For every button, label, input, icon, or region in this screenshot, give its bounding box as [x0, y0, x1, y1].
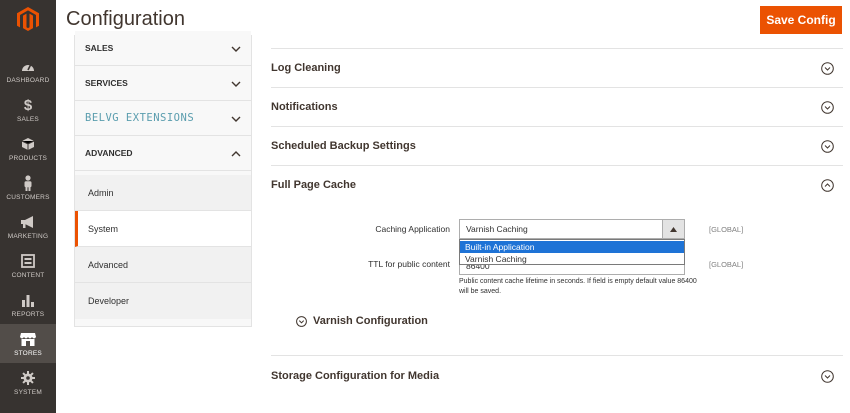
circle-chevron-down-icon — [821, 101, 834, 114]
section-notifications[interactable]: Notifications — [271, 88, 843, 127]
store-icon — [20, 331, 36, 347]
select-value: Varnish Caching — [466, 224, 528, 234]
section-title: Storage Configuration for Media — [271, 370, 440, 382]
chevron-up-icon — [231, 144, 241, 162]
dollar-icon: $ — [20, 97, 36, 113]
person-icon — [20, 174, 36, 191]
nav-label: CUSTOMERS — [6, 193, 50, 201]
varnish-configuration-title: Varnish Configuration — [313, 315, 428, 327]
ttl-hint: Public content cache lifetime in seconds… — [459, 278, 697, 295]
config-tabs: SALES SERVICES BELVG EXTENSIONS ADVANCED… — [74, 31, 252, 327]
magento-logo[interactable] — [0, 0, 56, 38]
tab-group-belvg-extensions[interactable]: BELVG EXTENSIONS — [75, 101, 251, 136]
admin-sidebar: DASHBOARD $ SALES PRODUCTS CUSTOMERS MAR… — [0, 0, 56, 413]
tab-item-system[interactable]: System — [75, 211, 251, 247]
bar-chart-icon — [20, 292, 36, 308]
nav-item-system[interactable]: SYSTEM — [0, 363, 56, 402]
tab-item-label: Admin — [88, 187, 114, 198]
section-storage-media[interactable]: Storage Configuration for Media — [271, 356, 843, 395]
scope-label: [GLOBAL] — [709, 225, 744, 234]
layout-icon — [20, 253, 36, 269]
nav-item-marketing[interactable]: MARKETING — [0, 207, 56, 246]
caching-application-dropdown: Built-in Application Varnish Caching — [459, 239, 685, 265]
nav-label: SALES — [17, 115, 39, 123]
nav-label: STORES — [14, 349, 42, 357]
nav-label: CONTENT — [11, 271, 45, 279]
nav-label: REPORTS — [11, 310, 45, 318]
chevron-down-icon — [231, 39, 241, 57]
section-log-cleaning[interactable]: Log Cleaning — [271, 49, 843, 88]
caching-application-label: Caching Application — [375, 224, 450, 234]
tab-item-developer[interactable]: Developer — [75, 283, 251, 319]
save-config-button[interactable]: Save Config — [760, 6, 842, 34]
cube-icon — [20, 136, 36, 152]
nav-label: SYSTEM — [14, 388, 42, 396]
nav-label: PRODUCTS — [8, 154, 48, 162]
scope-label: [GLOBAL] — [709, 260, 744, 269]
nav-item-stores[interactable]: STORES — [0, 324, 56, 363]
nav-label: DASHBOARD — [6, 76, 50, 84]
circle-chevron-up-icon[interactable] — [821, 179, 834, 192]
tab-item-admin[interactable]: Admin — [75, 175, 251, 211]
dashboard-icon — [20, 58, 36, 74]
tab-item-label: System — [88, 223, 119, 234]
page-title: Configuration — [66, 8, 185, 30]
tab-group-advanced[interactable]: ADVANCED — [75, 136, 251, 171]
nav-label: MARKETING — [7, 232, 49, 240]
nav-item-sales[interactable]: $ SALES — [0, 90, 56, 129]
chevron-down-icon — [231, 74, 241, 92]
nav-item-dashboard[interactable]: DASHBOARD — [0, 51, 56, 90]
circle-chevron-down-icon — [821, 140, 834, 153]
caching-application-select[interactable]: Varnish Caching — [459, 219, 685, 239]
option-built-in-application[interactable]: Built-in Application — [460, 241, 684, 253]
tab-group-label: ADVANCED — [85, 148, 133, 158]
nav-item-customers[interactable]: CUSTOMERS — [0, 168, 56, 207]
tab-item-advanced[interactable]: Advanced — [75, 247, 251, 283]
caret-up-icon — [670, 226, 677, 232]
chevron-down-icon — [231, 109, 241, 127]
select-arrow[interactable] — [662, 220, 684, 238]
megaphone-icon — [20, 214, 36, 230]
nav-item-reports[interactable]: REPORTS — [0, 285, 56, 324]
section-title: Scheduled Backup Settings — [271, 140, 416, 152]
circle-chevron-down-icon — [821, 370, 834, 383]
nav-item-content[interactable]: CONTENT — [0, 246, 56, 285]
tab-item-label: Advanced — [88, 259, 129, 270]
section-title[interactable]: Full Page Cache — [271, 179, 356, 191]
tab-group-sales[interactable]: SALES — [75, 31, 251, 66]
section-title: Notifications — [271, 101, 338, 113]
tab-group-services[interactable]: SERVICES — [75, 66, 251, 101]
option-varnish-caching[interactable]: Varnish Caching — [460, 253, 684, 265]
tab-group-label: SALES — [85, 43, 114, 53]
tab-group-label: BELVG EXTENSIONS — [85, 112, 195, 124]
nav-item-products[interactable]: PRODUCTS — [0, 129, 56, 168]
svg-text:$: $ — [24, 97, 33, 113]
section-scheduled-backup[interactable]: Scheduled Backup Settings — [271, 127, 843, 166]
gear-icon — [20, 370, 36, 386]
section-title: Log Cleaning — [271, 62, 341, 74]
tab-group-label: SERVICES — [85, 78, 128, 88]
ttl-label: TTL for public content — [368, 259, 450, 269]
circle-chevron-down-icon — [821, 62, 834, 75]
circle-chevron-down-icon — [296, 315, 307, 327]
tab-item-label: Developer — [88, 296, 130, 306]
varnish-configuration-toggle[interactable]: Varnish Configuration — [296, 313, 428, 329]
